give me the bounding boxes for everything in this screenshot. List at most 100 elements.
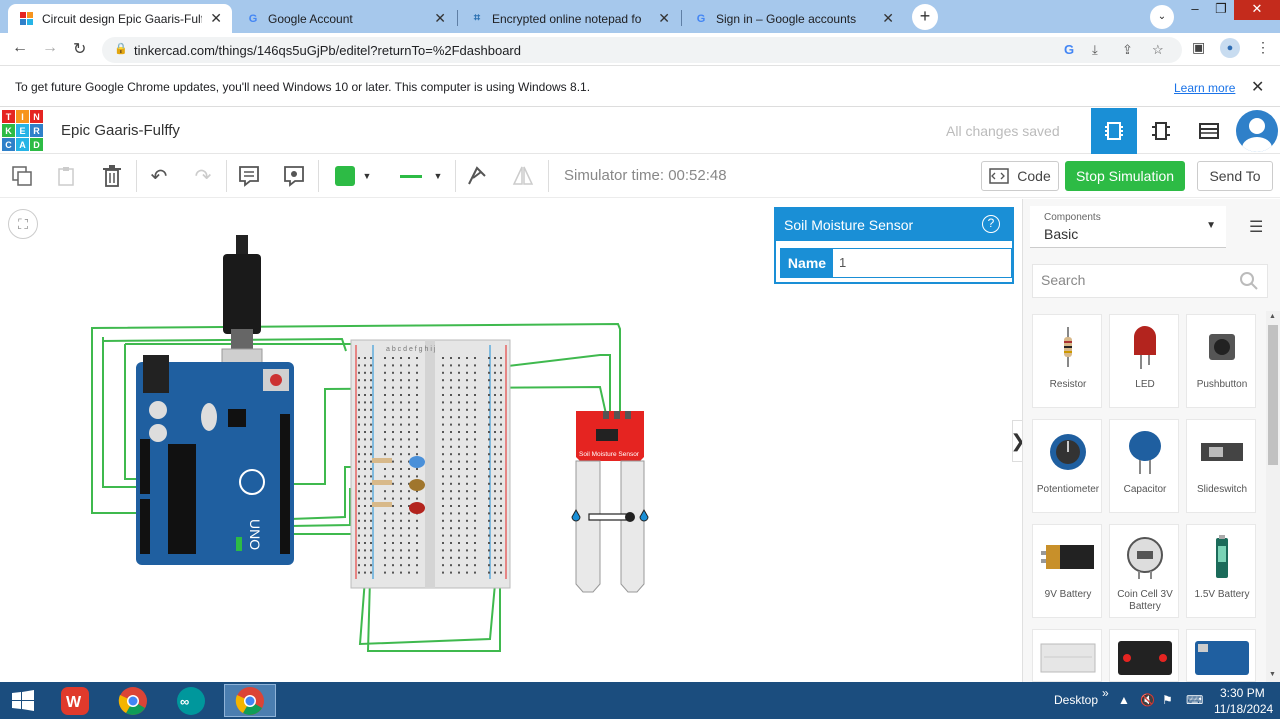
toolbar-divider bbox=[136, 160, 137, 192]
chrome-icon[interactable] bbox=[110, 684, 156, 717]
breadboard-hole bbox=[392, 445, 394, 448]
search-input[interactable] bbox=[1041, 272, 1241, 288]
code-button[interactable]: Code bbox=[981, 161, 1059, 191]
rotate-icon[interactable] bbox=[463, 162, 491, 190]
stop-simulation-button[interactable]: Stop Simulation bbox=[1065, 161, 1185, 191]
close-tab-icon[interactable]: ✕ bbox=[210, 10, 222, 27]
new-tab-button[interactable]: + bbox=[912, 4, 938, 30]
component-breadboard-small[interactable] bbox=[1032, 629, 1102, 682]
breadboard-hole bbox=[384, 468, 386, 470]
chrome-active-window-icon[interactable] bbox=[224, 684, 276, 717]
install-icon[interactable]: ⤓ bbox=[1092, 42, 1098, 58]
tab-google-account[interactable]: G Google Account ✕ bbox=[234, 4, 456, 33]
component-1-5v-battery[interactable]: 1.5V Battery bbox=[1186, 524, 1256, 618]
windows-start-icon[interactable] bbox=[0, 684, 46, 717]
wps-office-icon[interactable]: W bbox=[52, 684, 98, 717]
list-view-icon[interactable]: ☰ bbox=[1249, 217, 1263, 237]
paste-icon[interactable] bbox=[52, 162, 80, 190]
side-panel-icon[interactable]: ▣ bbox=[1192, 39, 1205, 56]
send-to-button[interactable]: Send To bbox=[1197, 161, 1273, 191]
chevron-right-icon[interactable]: » bbox=[1102, 686, 1109, 700]
component-slideswitch[interactable]: Slideswitch bbox=[1186, 419, 1256, 513]
forward-icon[interactable]: → bbox=[42, 39, 58, 57]
breadboard-hole bbox=[392, 482, 394, 485]
breadboard-hole bbox=[358, 438, 360, 441]
soil-moisture-sensor: Soil Moisture Sensor bbox=[571, 411, 649, 593]
tab-circuit-design[interactable]: Circuit design Epic Gaaris-Fulffy - ✕ bbox=[8, 4, 232, 33]
component-9v-battery[interactable]: 9V Battery bbox=[1032, 524, 1102, 618]
clock-time[interactable]: 3:30 PM bbox=[1220, 686, 1265, 700]
component-coin-cell[interactable]: Coin Cell 3V Battery bbox=[1109, 524, 1179, 618]
network-icon[interactable]: ⚑ bbox=[1162, 693, 1173, 707]
breadboard-hole bbox=[408, 438, 410, 441]
tray-expand-icon[interactable]: ▲ bbox=[1118, 693, 1130, 707]
minimize-icon[interactable]: – bbox=[1184, 0, 1206, 20]
wire-color-picker[interactable]: ▼ bbox=[328, 162, 378, 190]
address-bar[interactable]: 🔒 tinkercad.com/things/146qs5uGjPb/edite… bbox=[102, 37, 1182, 63]
component-capacitor[interactable]: Capacitor bbox=[1109, 419, 1179, 513]
schematic-view-button[interactable] bbox=[1138, 108, 1184, 154]
close-tab-icon[interactable]: ✕ bbox=[434, 10, 446, 27]
breadboard-hole bbox=[458, 460, 460, 463]
clock-date[interactable]: 11/18/2024 bbox=[1214, 702, 1273, 716]
keyboard-icon[interactable]: ⌨ bbox=[1186, 693, 1203, 707]
breadboard-hole bbox=[370, 453, 372, 456]
back-icon[interactable]: ← bbox=[12, 39, 28, 57]
breadboard-hole bbox=[450, 379, 452, 382]
copy-icon[interactable] bbox=[8, 162, 36, 190]
name-field[interactable]: Name 1 bbox=[780, 248, 1012, 278]
tab-search-button[interactable]: ⌄ bbox=[1150, 5, 1174, 29]
volume-muted-icon[interactable]: 🔇 bbox=[1140, 693, 1155, 707]
menu-dots-icon[interactable]: ⋮ bbox=[1256, 39, 1270, 56]
redo-icon[interactable]: ↷ bbox=[189, 162, 217, 190]
bookmark-star-icon[interactable]: ☆ bbox=[1152, 42, 1164, 58]
component-led[interactable]: LED bbox=[1109, 314, 1179, 408]
name-value[interactable]: 1 bbox=[839, 255, 846, 270]
component-arduino[interactable] bbox=[1186, 629, 1256, 682]
wire-type-picker[interactable]: ▼ bbox=[394, 162, 448, 190]
window-close-icon[interactable]: ✕ bbox=[1234, 0, 1280, 20]
profile-icon[interactable]: ● bbox=[1220, 38, 1240, 58]
restore-icon[interactable]: ❐ bbox=[1210, 0, 1232, 20]
breadboard-hole bbox=[358, 497, 360, 500]
undo-icon[interactable]: ↶ bbox=[145, 162, 173, 190]
component-pushbutton[interactable]: Pushbutton bbox=[1186, 314, 1256, 408]
component-potentiometer[interactable]: Potentiometer bbox=[1032, 419, 1102, 513]
circuit-view-button[interactable] bbox=[1091, 108, 1137, 154]
components-scrollbar[interactable]: ▲ ▼ bbox=[1266, 311, 1280, 682]
help-icon[interactable]: ? bbox=[982, 215, 1000, 233]
note-icon[interactable] bbox=[235, 162, 263, 190]
close-tab-icon[interactable]: ✕ bbox=[658, 10, 670, 27]
breadboard-hole bbox=[494, 416, 496, 419]
arduino-ide-icon[interactable]: ∞ bbox=[168, 684, 214, 717]
notes-visibility-icon[interactable] bbox=[280, 162, 308, 190]
design-title[interactable]: Epic Gaaris-Fulffy bbox=[61, 122, 180, 139]
breadboard-hole bbox=[416, 571, 418, 574]
tab-sign-in[interactable]: G Sign in – Google accounts ✕ bbox=[682, 4, 904, 33]
breadboard-hole bbox=[358, 453, 360, 456]
user-avatar[interactable] bbox=[1236, 110, 1278, 152]
component-list-button[interactable] bbox=[1186, 108, 1232, 154]
component-resistor[interactable]: Resistor bbox=[1032, 314, 1102, 408]
desktop-label[interactable]: Desktop bbox=[1054, 693, 1098, 707]
reload-icon[interactable]: ↻ bbox=[73, 39, 86, 59]
breadboard-hole bbox=[488, 364, 490, 367]
google-lens-icon[interactable]: G bbox=[1064, 42, 1074, 57]
flip-icon[interactable] bbox=[509, 162, 537, 190]
url-text: tinkercad.com/things/146qs5uGjPb/editel?… bbox=[134, 43, 521, 58]
close-tab-icon[interactable]: ✕ bbox=[882, 10, 894, 27]
breadboard-hole bbox=[450, 505, 452, 507]
tinkercad-logo[interactable]: T I N K E R C A D bbox=[2, 110, 43, 151]
delete-icon[interactable] bbox=[98, 162, 126, 190]
learn-more-link[interactable]: Learn more bbox=[1174, 81, 1235, 95]
breadboard-hole bbox=[400, 431, 402, 433]
component-microbit[interactable] bbox=[1109, 629, 1179, 682]
infobar-close-icon[interactable]: ✕ bbox=[1251, 77, 1264, 97]
scrollbar-thumb[interactable] bbox=[1268, 325, 1278, 465]
share-icon[interactable]: ⇪ bbox=[1122, 42, 1133, 58]
tab-encrypted-notepad[interactable]: ⌗ Encrypted online notepad for sec ✕ bbox=[458, 4, 680, 33]
search-box[interactable] bbox=[1032, 264, 1268, 298]
components-dropdown[interactable]: Components Basic ▼ bbox=[1030, 206, 1226, 248]
scroll-up-icon[interactable]: ▲ bbox=[1269, 313, 1276, 320]
scroll-down-icon[interactable]: ▼ bbox=[1269, 671, 1276, 678]
